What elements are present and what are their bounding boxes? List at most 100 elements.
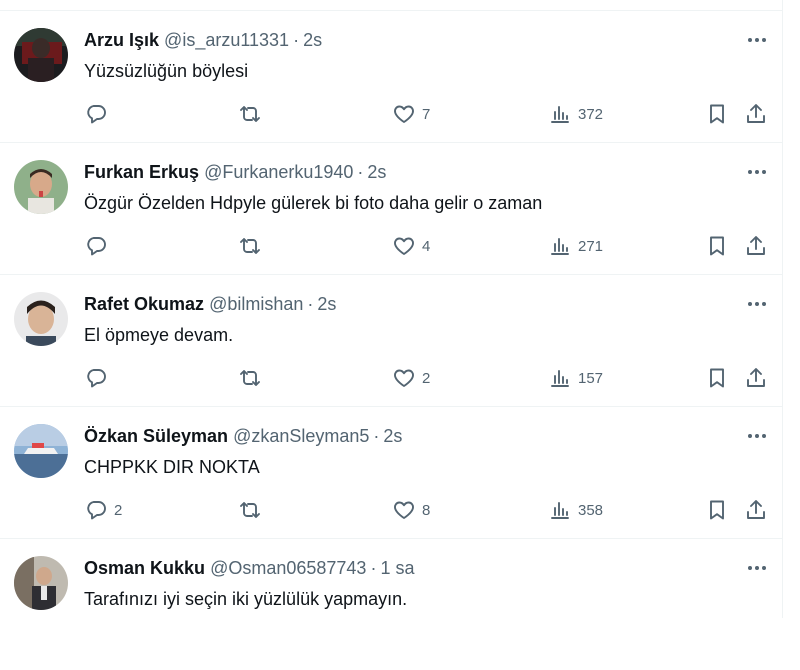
repost-icon xyxy=(240,370,260,386)
separator-dot: · xyxy=(307,294,314,314)
repost-button[interactable] xyxy=(238,233,268,259)
reply-icon xyxy=(87,501,106,520)
views-button[interactable]: 157 xyxy=(548,365,603,391)
reply-count: 2 xyxy=(114,501,123,519)
like-count: 4 xyxy=(422,237,431,255)
share-button[interactable] xyxy=(744,101,768,127)
reply-button[interactable]: 2 xyxy=(84,497,122,523)
tweet-header: Özkan Süleyman @zkanSleyman5 · 2s xyxy=(84,425,402,447)
views-icon xyxy=(551,502,569,519)
repost-icon xyxy=(240,238,260,254)
avatar[interactable] xyxy=(14,28,68,82)
views-button[interactable]: 358 xyxy=(548,497,603,523)
views-icon xyxy=(551,370,569,387)
repost-icon xyxy=(240,106,260,122)
tweet-header: Rafet Okumaz @bilmishan · 2s xyxy=(84,293,336,315)
views-icon xyxy=(551,238,569,255)
views-button[interactable]: 372 xyxy=(548,101,603,127)
tweet-text: CHPPKK DIR NOKTA xyxy=(84,457,260,477)
separator-dot: · xyxy=(370,558,377,578)
like-count: 2 xyxy=(422,369,431,387)
bookmark-icon xyxy=(710,104,724,124)
timestamp[interactable]: 1 sa xyxy=(380,558,414,578)
action-bar: 7 372 xyxy=(84,101,774,127)
bookmark-icon xyxy=(710,500,724,520)
share-icon xyxy=(747,104,765,123)
timestamp[interactable]: 2s xyxy=(303,30,322,50)
reply-button[interactable] xyxy=(84,365,114,391)
more-icon[interactable] xyxy=(746,296,768,312)
more-icon[interactable] xyxy=(746,164,768,180)
timestamp[interactable]: 2s xyxy=(317,294,336,314)
author-handle[interactable]: @bilmishan xyxy=(209,294,303,314)
reply-button[interactable] xyxy=(84,101,114,127)
avatar[interactable] xyxy=(14,292,68,346)
share-button[interactable] xyxy=(744,365,768,391)
author-name[interactable]: Osman Kukku xyxy=(84,558,205,578)
timestamp[interactable]: 2s xyxy=(367,162,386,182)
tweet[interactable]: Furkan Erkuş @Furkanerku1940 · 2s Özgür Öz… xyxy=(0,143,782,275)
like-button[interactable]: 4 xyxy=(392,233,430,259)
tweet[interactable]: Arzu Işık @is_arzu11331 · 2s Yüzsüzlüğün b… xyxy=(0,11,782,143)
views-count: 358 xyxy=(578,501,604,519)
author-name[interactable]: Rafet Okumaz xyxy=(84,294,204,314)
heart-icon xyxy=(394,501,414,519)
bookmark-button[interactable] xyxy=(705,365,729,391)
author-handle[interactable]: @Osman06587743 xyxy=(210,558,366,578)
bookmark-button[interactable] xyxy=(705,101,729,127)
author-name[interactable]: Özkan Süleyman xyxy=(84,426,228,446)
action-bar: 2 157 xyxy=(84,365,774,391)
heart-icon xyxy=(394,105,414,123)
avatar[interactable] xyxy=(14,424,68,478)
tweet-text: El öpmeye devam. xyxy=(84,325,234,345)
like-button[interactable]: 2 xyxy=(392,365,430,391)
share-button[interactable] xyxy=(744,233,768,259)
author-handle[interactable]: @Furkanerku1940 xyxy=(204,162,353,182)
action-bar: 2 8 358 xyxy=(84,497,774,523)
like-button[interactable]: 8 xyxy=(392,497,430,523)
tweet-header: Osman Kukku @Osman06587743 · 1 sa xyxy=(84,557,414,579)
avatar[interactable] xyxy=(14,160,68,214)
tweet[interactable]: Özkan Süleyman @zkanSleyman5 · 2s CHPPKK D… xyxy=(0,407,782,539)
timestamp[interactable]: 2s xyxy=(383,426,402,446)
views-icon xyxy=(551,106,569,123)
repost-button[interactable] xyxy=(238,497,268,523)
like-count: 8 xyxy=(422,501,431,519)
author-handle[interactable]: @zkanSleyman5 xyxy=(233,426,369,446)
bookmark-icon xyxy=(710,236,724,256)
like-count: 7 xyxy=(422,105,431,123)
tweet-text: Tarafınızı iyi seçin iki yüzlülük yapmay… xyxy=(84,589,408,609)
bookmark-button[interactable] xyxy=(705,233,729,259)
reply-icon xyxy=(87,105,106,124)
more-icon[interactable] xyxy=(746,32,768,48)
views-count: 271 xyxy=(578,237,604,255)
tweet-text: Özgür Özelden Hdpyle gülerek bi foto dah… xyxy=(84,193,543,213)
repost-button[interactable] xyxy=(238,365,268,391)
views-button[interactable]: 271 xyxy=(548,233,603,259)
bookmark-button[interactable] xyxy=(705,497,729,523)
heart-icon xyxy=(394,237,414,255)
repost-icon xyxy=(240,502,260,518)
separator-dot: · xyxy=(373,426,380,446)
like-button[interactable]: 7 xyxy=(392,101,430,127)
separator-dot: · xyxy=(293,30,300,50)
views-count: 372 xyxy=(578,105,604,123)
bookmark-icon xyxy=(710,368,724,388)
author-name[interactable]: Furkan Erkuş xyxy=(84,162,199,182)
share-button[interactable] xyxy=(744,497,768,523)
more-icon[interactable] xyxy=(746,560,768,576)
author-name[interactable]: Arzu Işık xyxy=(84,30,159,50)
more-icon[interactable] xyxy=(746,428,768,444)
tweet[interactable]: Rafet Okumaz @bilmishan · 2s El öpmeye dev… xyxy=(0,275,782,407)
tweet-header: Arzu Işık @is_arzu11331 · 2s xyxy=(84,29,322,51)
reply-icon xyxy=(87,369,106,388)
tweet-text: Yüzsüzlüğün böylesi xyxy=(84,61,249,81)
share-icon xyxy=(747,368,765,387)
separator-dot: · xyxy=(357,162,364,182)
reply-icon xyxy=(87,237,106,256)
reply-button[interactable] xyxy=(84,233,114,259)
tweet[interactable]: Osman Kukku @Osman06587743 · 1 sa Tarafını… xyxy=(0,539,782,670)
avatar[interactable] xyxy=(14,556,68,610)
author-handle[interactable]: @is_arzu11331 xyxy=(164,30,289,50)
repost-button[interactable] xyxy=(238,101,268,127)
